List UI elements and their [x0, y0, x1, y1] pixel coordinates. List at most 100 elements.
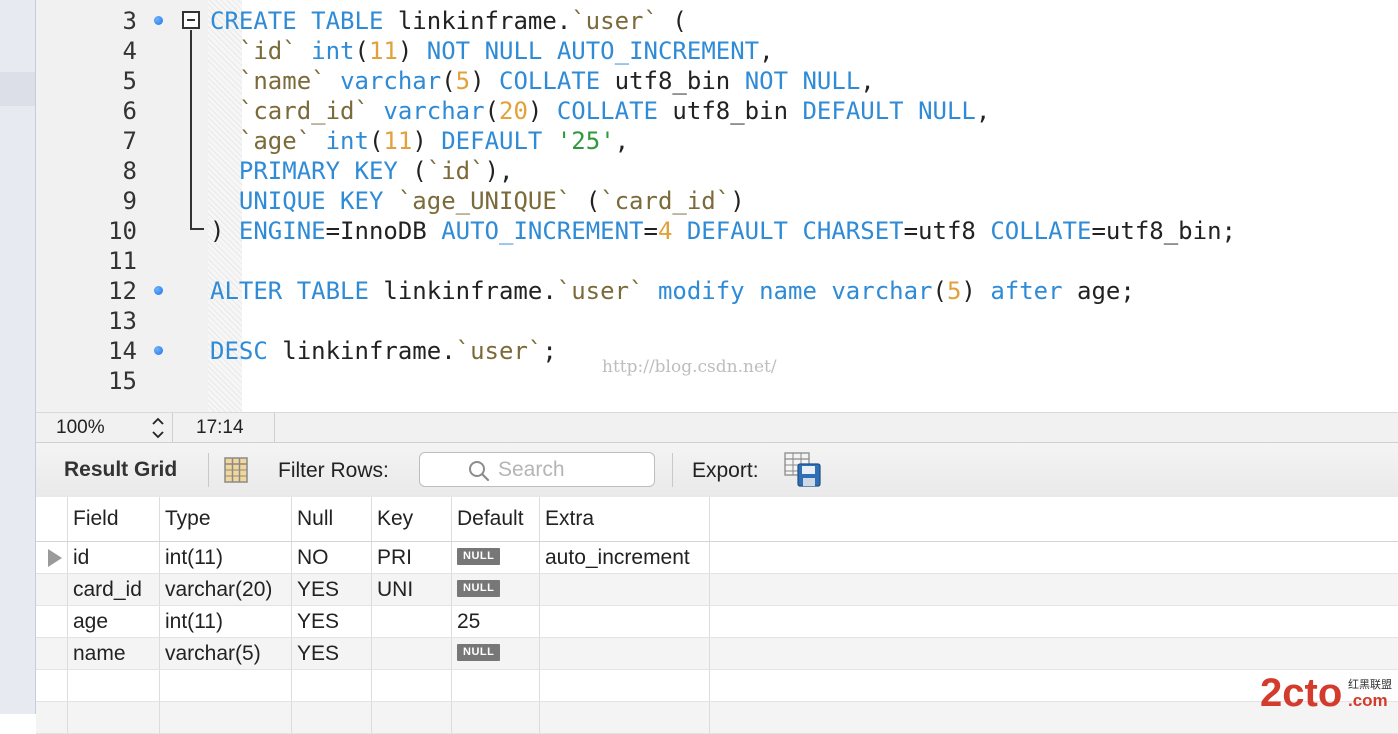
cell-default[interactable]: 25: [452, 606, 540, 637]
row-marker[interactable]: [36, 638, 68, 669]
code-token: DEFAULT CHARSET: [686, 217, 904, 245]
cell-extra[interactable]: [540, 670, 710, 701]
code-text: UNIQUE KEY `age_UNIQUE` (`card_id`): [210, 186, 745, 216]
statement-marker-icon[interactable]: [154, 346, 163, 355]
column-header-type[interactable]: Type: [160, 497, 292, 541]
cell-key[interactable]: [372, 670, 452, 701]
cell-field[interactable]: [68, 670, 160, 701]
code-token: ,: [975, 97, 991, 125]
cell-field[interactable]: id: [68, 542, 160, 573]
cell-null[interactable]: YES: [292, 638, 372, 669]
table-row[interactable]: id int(11) NO PRI NULL auto_increment: [36, 542, 1398, 574]
filter-search-box[interactable]: [419, 452, 655, 487]
cell-key[interactable]: PRI: [372, 542, 452, 573]
table-row[interactable]: card_id varchar(20) YES UNI NULL: [36, 574, 1398, 606]
table-row[interactable]: name varchar(5) YES NULL: [36, 638, 1398, 670]
cell-default[interactable]: [452, 702, 540, 733]
row-marker[interactable]: [36, 670, 68, 701]
code-line[interactable]: 13: [36, 306, 1398, 336]
row-marker-header: [36, 497, 68, 541]
cell-key[interactable]: [372, 702, 452, 733]
statement-marker-icon[interactable]: [154, 16, 163, 25]
code-token: linkinframe.: [267, 337, 456, 365]
cell-extra[interactable]: auto_increment: [540, 542, 710, 573]
code-token: utf8_bin: [657, 97, 803, 125]
result-grid-tab[interactable]: Result Grid: [64, 458, 177, 482]
cell-type[interactable]: varchar(5): [160, 638, 292, 669]
cell-extra[interactable]: [540, 638, 710, 669]
code-token: DEFAULT NULL: [802, 97, 976, 125]
cell-null[interactable]: NO: [292, 542, 372, 573]
code-line[interactable]: 12 ALTER TABLE linkinframe.`user` modify …: [36, 276, 1398, 306]
table-row[interactable]: age int(11) YES 25: [36, 606, 1398, 638]
statement-marker-icon[interactable]: [154, 286, 163, 295]
code-token: `card_id`: [238, 97, 369, 125]
cell-default[interactable]: [452, 670, 540, 701]
status-divider: [172, 413, 173, 443]
code-text: `card_id` varchar(20) COLLATE utf8_bin D…: [210, 96, 990, 126]
code-token: =utf8_bin;: [1091, 217, 1236, 245]
svg-text:红黑联盟: 红黑联盟: [1348, 678, 1392, 691]
cell-extra[interactable]: [540, 702, 710, 733]
zoom-level[interactable]: 100%: [56, 417, 105, 439]
grid-columns-icon[interactable]: [224, 457, 248, 483]
code-token: ,: [759, 37, 774, 65]
code-line[interactable]: 8 PRIMARY KEY (`id`),: [36, 156, 1398, 186]
row-marker[interactable]: [36, 574, 68, 605]
cell-field[interactable]: [68, 702, 160, 733]
code-line[interactable]: 5 `name` varchar(5) COLLATE utf8_bin NOT…: [36, 66, 1398, 96]
column-header-key[interactable]: Key: [372, 497, 452, 541]
code-line[interactable]: 11: [36, 246, 1398, 276]
cell-field[interactable]: age: [68, 606, 160, 637]
cell-null[interactable]: [292, 702, 372, 733]
cell-key[interactable]: [372, 606, 452, 637]
cell-default[interactable]: NULL: [452, 638, 540, 669]
empty-row[interactable]: [36, 702, 1398, 734]
cell-type[interactable]: [160, 670, 292, 701]
row-marker[interactable]: [36, 702, 68, 733]
export-save-icon[interactable]: [784, 452, 822, 488]
svg-text:2cto: 2cto: [1260, 671, 1342, 714]
cell-default[interactable]: NULL: [452, 542, 540, 573]
column-header-extra[interactable]: Extra: [540, 497, 710, 541]
line-number: 10: [108, 217, 137, 245]
column-header-null[interactable]: Null: [292, 497, 372, 541]
cell-extra[interactable]: [540, 574, 710, 605]
code-line[interactable]: 3 CREATE TABLE linkinframe.`user` (: [36, 6, 1398, 36]
result-grid[interactable]: Field Type Null Key Default Extra id int(…: [36, 497, 1398, 734]
code-line[interactable]: 9 UNIQUE KEY `age_UNIQUE` (`card_id`): [36, 186, 1398, 216]
cell-field[interactable]: card_id: [68, 574, 160, 605]
up-down-chevrons-icon[interactable]: [150, 415, 166, 441]
cell-null[interactable]: YES: [292, 574, 372, 605]
column-header-field[interactable]: Field: [68, 497, 160, 541]
cell-key[interactable]: UNI: [372, 574, 452, 605]
cell-type[interactable]: int(11): [160, 606, 292, 637]
row-marker[interactable]: [36, 542, 68, 573]
cell-null[interactable]: [292, 670, 372, 701]
cell-field[interactable]: name: [68, 638, 160, 669]
cell-null[interactable]: YES: [292, 606, 372, 637]
code-line[interactable]: 7 `age` int(11) DEFAULT '25',: [36, 126, 1398, 156]
column-header-default[interactable]: Default: [452, 497, 540, 541]
cell-key[interactable]: [372, 638, 452, 669]
filter-search-input[interactable]: [498, 457, 648, 483]
row-marker[interactable]: [36, 606, 68, 637]
cell-default[interactable]: NULL: [452, 574, 540, 605]
code-line[interactable]: 10) ENGINE=InnoDB AUTO_INCREMENT=4 DEFAU…: [36, 216, 1398, 246]
left-sidebar-selected-item[interactable]: [0, 72, 35, 106]
cell-type[interactable]: [160, 702, 292, 733]
cell-type[interactable]: int(11): [160, 542, 292, 573]
line-number: 4: [122, 37, 137, 65]
code-line[interactable]: 4 `id` int(11) NOT NULL AUTO_INCREMENT,: [36, 36, 1398, 66]
code-token: (: [932, 277, 947, 305]
collapse-box-icon[interactable]: [182, 11, 200, 29]
cell-type[interactable]: varchar(20): [160, 574, 292, 605]
code-text: `id` int(11) NOT NULL AUTO_INCREMENT,: [210, 36, 774, 66]
code-line[interactable]: 6 `card_id` varchar(20) COLLATE utf8_bin…: [36, 96, 1398, 126]
sql-editor[interactable]: 3 CREATE TABLE linkinframe.`user` (4 `id`…: [36, 0, 1398, 412]
empty-row[interactable]: [36, 670, 1398, 702]
code-token: NOT NULL: [744, 67, 861, 95]
cell-extra[interactable]: [540, 606, 710, 637]
